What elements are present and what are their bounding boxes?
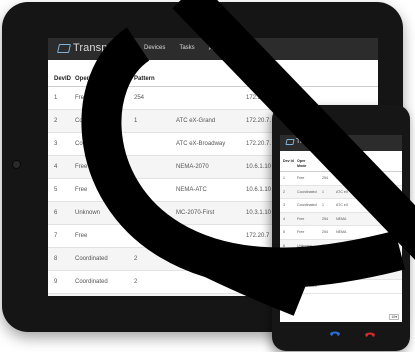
prohibition-ring [81, 27, 405, 316]
scene: Transparity° Devices Tasks Admin▾ DevID … [0, 0, 415, 352]
